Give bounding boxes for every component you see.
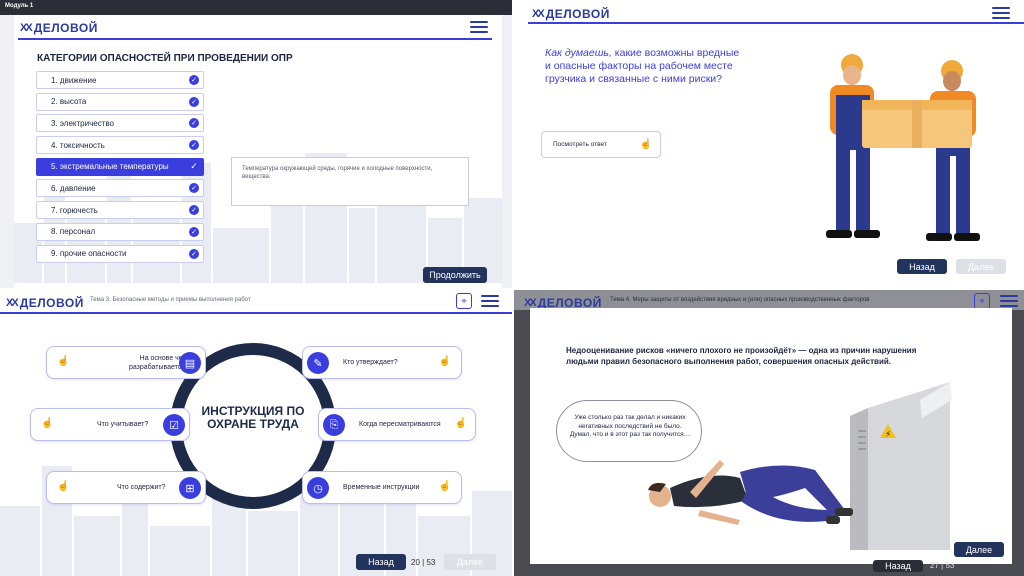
category-label: 6. давление <box>51 183 96 193</box>
category-item[interactable]: 1. движение ✓ <box>36 71 204 89</box>
structure-icon: ⊞ <box>179 477 201 499</box>
panel-loader-question: ХХ ДЕЛОВОЙ Как думаешь, какие возможны вр… <box>512 0 1024 288</box>
loaders-illustration <box>826 54 980 241</box>
page-counter: 20 | 53 <box>411 558 436 567</box>
documents-icon: ⎘ <box>323 414 345 436</box>
module-label: Модуль 1 <box>5 3 34 9</box>
category-label: 1. движение <box>51 75 97 85</box>
next-button: Далее <box>956 259 1006 274</box>
pointer-icon: ☝ <box>438 356 451 367</box>
menu-icon[interactable] <box>992 7 1010 19</box>
pointer-icon: ☝ <box>57 481 70 492</box>
header-rule <box>0 312 512 314</box>
card-considers[interactable]: ☝ Что учитывает? ☑ <box>30 408 190 441</box>
topic-title: Тема 3. Безопасные методы и приемы выпол… <box>90 297 251 303</box>
menu-icon[interactable] <box>470 21 488 33</box>
card-contains[interactable]: ☝ Что содержит? ⊞ <box>46 471 206 504</box>
show-answer-button[interactable]: Посмотреть ответ ☝ <box>541 131 661 158</box>
svg-text:⚡: ⚡ <box>885 430 891 440</box>
page-counter: 27 | 53 <box>930 561 955 570</box>
card-basis[interactable]: ☝ На основе чего разрабатывается? ▤ <box>46 346 206 379</box>
check-icon: ✓ <box>189 226 199 237</box>
category-label: 3. электричество <box>51 118 114 128</box>
brand-logo: ХХ ДЕЛОВОЙ <box>532 7 610 21</box>
map-icon[interactable]: ⌖ <box>456 293 472 309</box>
check-icon: ✓ <box>189 96 199 107</box>
category-item[interactable]: 4. токсичность ✓ <box>36 136 204 155</box>
category-item[interactable]: 5. экстремальные температуры ✓ <box>36 157 204 176</box>
category-item[interactable]: 9. прочие опасности ✓ <box>36 244 204 263</box>
map-icon[interactable]: ⌖ <box>974 293 990 309</box>
card-temporary[interactable]: ◷ Временные инструкции ☝ <box>302 471 462 504</box>
check-icon: ✓ <box>189 75 199 85</box>
card-approves[interactable]: ✎ Кто утверждает? ☝ <box>302 346 462 379</box>
module-bar: Модуль 1 <box>0 0 512 15</box>
check-icon: ✓ <box>189 118 199 129</box>
pointer-icon: ☝ <box>41 418 54 429</box>
pointer-icon: ☝ <box>454 418 467 429</box>
category-label: 8. персонал <box>51 227 96 237</box>
pointer-icon: ☝ <box>57 356 70 367</box>
category-tooltip: Температура окружающей среды, горячие и … <box>231 157 469 206</box>
category-item[interactable]: 2. высота ✓ <box>36 92 204 111</box>
category-item[interactable]: 8. персонал ✓ <box>36 222 204 241</box>
back-button[interactable]: Назад <box>897 259 947 274</box>
category-item[interactable]: 6. давление ✓ <box>36 179 204 198</box>
next-button: Далее <box>444 554 496 570</box>
pointer-icon: ☝ <box>438 481 451 492</box>
brand-logo: ХХ ДЕЛОВОЙ <box>6 296 84 310</box>
checklist-icon: ☑ <box>163 414 185 436</box>
next-button[interactable]: Далее <box>954 542 1004 557</box>
panel-hazard-categories: Модуль 1 ХХ ДЕЛОВОЙ КАТЕГОРИИ ОПАСНОСТЕЙ … <box>0 0 512 288</box>
signature-icon: ✎ <box>307 352 329 374</box>
topic-title: Тема 4. Меры защиты от воздействия вредн… <box>610 297 870 303</box>
clock-document-icon: ◷ <box>307 477 329 499</box>
category-item[interactable]: 7. горючесть ✓ <box>36 201 204 220</box>
check-icon: ✓ <box>189 205 199 216</box>
center-title: ИНСТРУКЦИЯ ПО ОХРАНЕ ТРУДА <box>201 404 305 431</box>
continue-button[interactable]: Продолжить <box>423 267 487 283</box>
category-label: 9. прочие опасности <box>51 249 127 258</box>
check-icon: ✓ <box>190 161 198 172</box>
category-label: 2. высота <box>51 97 87 107</box>
pointer-icon: ☝ <box>639 139 652 150</box>
header-rule <box>528 22 1024 24</box>
card-reviewed[interactable]: ⎘ Когда пересматриваются ☝ <box>318 408 476 441</box>
question-text: Как думаешь, какие возможны вредные и оп… <box>545 47 740 85</box>
back-button: Назад <box>873 560 923 572</box>
back-button[interactable]: Назад <box>356 554 406 570</box>
header-rule <box>18 38 492 40</box>
category-label: 7. горючесть <box>51 205 98 215</box>
check-icon: ✓ <box>189 183 199 194</box>
category-label: 5. экстремальные температуры <box>51 162 169 172</box>
category-item[interactable]: 3. электричество ✓ <box>36 114 204 133</box>
page-title: КАТЕГОРИИ ОПАСНОСТЕЙ ПРИ ПРОВЕДЕНИИ ОПР <box>37 53 293 64</box>
category-label: 4. токсичность <box>51 140 105 150</box>
category-list: 1. движение ✓ 2. высота ✓ 3. электричество ✓ 4… <box>36 71 204 266</box>
menu-icon[interactable] <box>1000 295 1018 307</box>
brand-logo: ХХ ДЕЛОВОЙ <box>20 21 98 35</box>
accident-illustration: ⚡ <box>648 382 952 550</box>
menu-icon[interactable] <box>481 295 499 307</box>
books-icon: ▤ <box>179 352 201 374</box>
check-icon: ✓ <box>189 248 199 259</box>
check-icon: ✓ <box>189 140 199 151</box>
